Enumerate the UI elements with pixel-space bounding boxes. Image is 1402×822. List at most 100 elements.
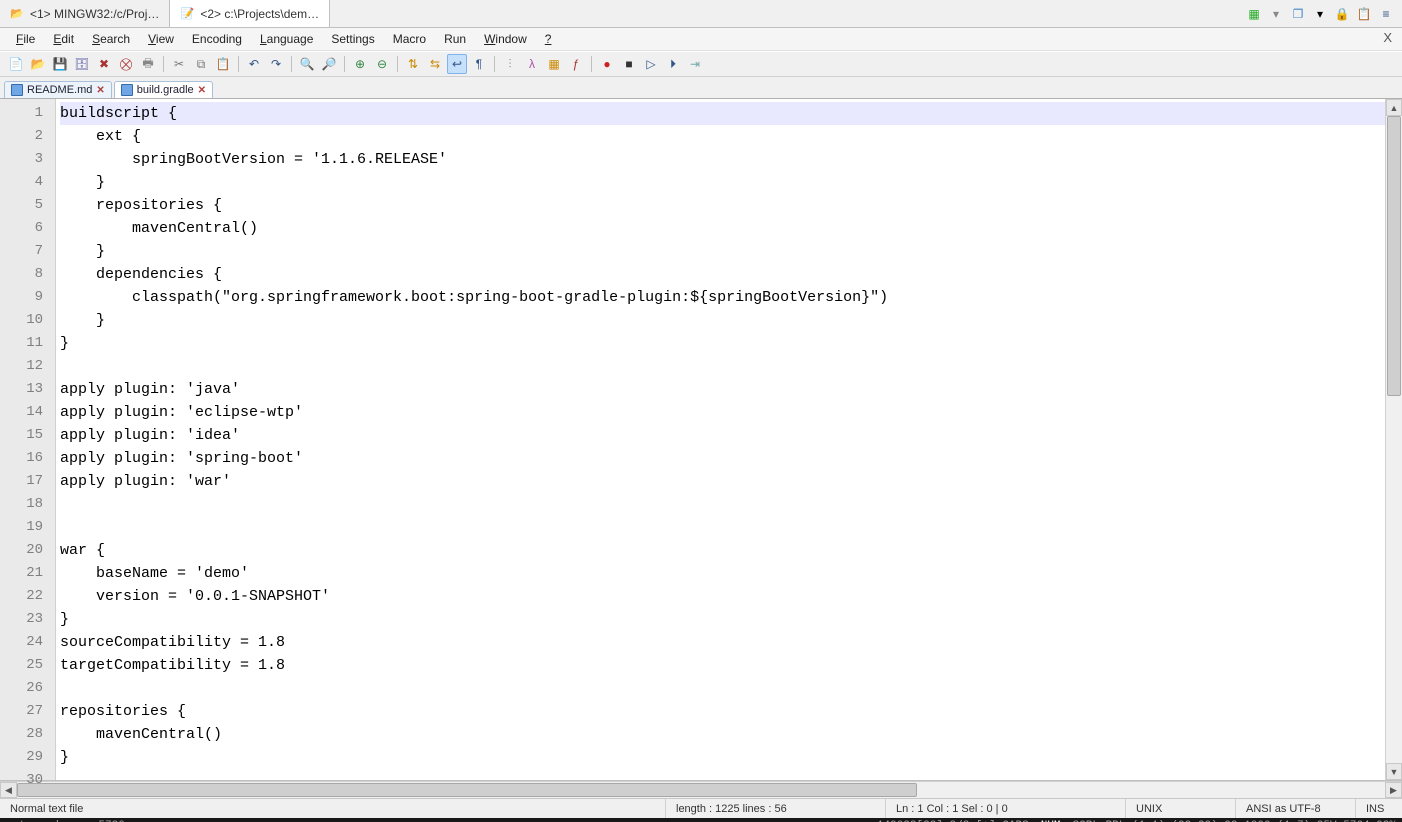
code-line[interactable]: repositories { [60,703,186,720]
cut-icon[interactable]: ✂ [169,54,189,74]
code-line[interactable]: sourceCompatibility = 1.8 [60,634,285,651]
save-icon[interactable]: 💾 [50,54,70,74]
indent-guide-icon[interactable]: ⫶ [500,54,520,74]
print-icon[interactable]: 🖶 [138,54,158,74]
terminal-tab-2[interactable]: 📝 <2> c:\Projects\dem… [170,0,330,27]
code-line[interactable]: } [60,312,105,329]
code-line[interactable]: mavenCentral() [60,220,258,237]
menu-edit[interactable]: Edit [45,30,82,48]
terminal-tab-bar: 📂 <1> MINGW32:/c/Proj… 📝 <2> c:\Projects… [0,0,1402,28]
redo-icon[interactable]: ↷ [266,54,286,74]
dropdown-icon[interactable]: ▾ [1268,6,1284,22]
line-number: 21 [0,562,55,585]
menu-help[interactable]: ? [537,30,560,48]
code-line[interactable]: } [60,335,69,352]
replace-icon[interactable]: 🔎 [319,54,339,74]
horizontal-scrollbar[interactable]: ◀ ▶ [0,781,1402,798]
file-tab-label: README.md [27,84,92,96]
close-doc-icon[interactable]: X [1383,30,1392,45]
code-line[interactable]: } [60,749,69,766]
menu-run[interactable]: Run [436,30,474,48]
close-tab-icon[interactable]: ✕ [198,85,206,96]
new-file-icon[interactable]: 📄 [6,54,26,74]
code-line[interactable]: war { [60,542,105,559]
paste-icon[interactable]: 📋 [213,54,233,74]
line-number: 16 [0,447,55,470]
play-multi-icon[interactable]: ⏵ [663,54,683,74]
menu-view[interactable]: View [140,30,182,48]
code-line[interactable]: apply plugin: 'eclipse-wtp' [60,404,303,421]
stop-icon[interactable]: ■ [619,54,639,74]
doc-map-icon[interactable]: ▦ [544,54,564,74]
status-insert[interactable]: INS [1356,799,1402,818]
menu-language[interactable]: Language [252,30,321,48]
code-line[interactable]: version = '0.0.1-SNAPSHOT' [60,588,330,605]
line-number: 7 [0,240,55,263]
menu-search[interactable]: Search [84,30,138,48]
status-encoding[interactable]: ANSI as UTF-8 [1236,799,1356,818]
code-line[interactable]: classpath("org.springframework.boot:spri… [60,289,888,306]
paste-icon[interactable]: 📋 [1356,6,1372,22]
menu-window[interactable]: Window [476,30,535,48]
file-tab-readme[interactable]: README.md ✕ [4,81,112,98]
code-line[interactable]: ext { [60,128,141,145]
sync-v-icon[interactable]: ⇅ [403,54,423,74]
terminal-tab-label: <2> c:\Projects\dem… [200,7,319,21]
code-line[interactable]: apply plugin: 'war' [60,473,231,490]
scroll-thumb[interactable] [1387,116,1401,396]
lock-icon[interactable]: 🔒 [1334,6,1350,22]
copy-icon[interactable]: ⧉ [191,54,211,74]
vertical-scrollbar[interactable]: ▲ ▼ [1385,99,1402,780]
play-icon[interactable]: ▷ [641,54,661,74]
show-all-chars-icon[interactable]: ¶ [469,54,489,74]
add-tab-icon[interactable]: ▦ [1246,6,1262,22]
editor: 1234567891011121314151617181920212223242… [0,99,1402,781]
menu-encoding[interactable]: Encoding [184,30,250,48]
wordwrap-icon[interactable]: ↩ [447,54,467,74]
code-line[interactable]: apply plugin: 'java' [60,381,240,398]
menu-settings[interactable]: Settings [323,30,382,48]
menu-file[interactable]: File [8,30,43,48]
menu-macro[interactable]: Macro [385,30,434,48]
code-line[interactable]: repositories { [60,197,222,214]
lang-icon[interactable]: λ [522,54,542,74]
window-icon[interactable]: ❐ [1290,6,1306,22]
code-line[interactable]: apply plugin: 'spring-boot' [60,450,303,467]
scroll-thumb-h[interactable] [17,783,917,797]
find-icon[interactable]: 🔍 [297,54,317,74]
code-line[interactable]: mavenCentral() [60,726,222,743]
status-eol[interactable]: UNIX [1126,799,1236,818]
close-tab-icon[interactable]: ✕ [96,85,104,96]
scroll-down-icon[interactable]: ▼ [1386,763,1402,780]
chevron-down-icon[interactable]: ▾ [1312,6,1328,22]
sync-h-icon[interactable]: ⇆ [425,54,445,74]
record-icon[interactable]: ● [597,54,617,74]
code-line[interactable]: } [60,611,69,628]
code-line[interactable]: buildscript { [60,102,1385,125]
zoom-in-icon[interactable]: ⊕ [350,54,370,74]
file-tab-build[interactable]: build.gradle ✕ [114,81,213,98]
terminal-tab-1[interactable]: 📂 <1> MINGW32:/c/Proj… [0,0,170,27]
line-number: 10 [0,309,55,332]
close-icon[interactable]: ✖ [94,54,114,74]
code-line[interactable]: baseName = 'demo' [60,565,249,582]
scroll-up-icon[interactable]: ▲ [1386,99,1402,116]
code-area[interactable]: buildscript { ext { springBootVersion = … [56,99,1385,780]
code-line[interactable]: } [60,243,105,260]
undo-icon[interactable]: ↶ [244,54,264,74]
func-list-icon[interactable]: ƒ [566,54,586,74]
code-line[interactable]: } [60,174,105,191]
code-line[interactable]: targetCompatibility = 1.8 [60,657,285,674]
menu-icon[interactable]: ≡ [1378,6,1394,22]
separator [344,56,345,72]
code-line[interactable]: dependencies { [60,266,222,283]
line-number: 13 [0,378,55,401]
code-line[interactable]: apply plugin: 'idea' [60,427,240,444]
open-file-icon[interactable]: 📂 [28,54,48,74]
scroll-right-icon[interactable]: ▶ [1385,782,1402,798]
save-macro-icon[interactable]: ⇥ [685,54,705,74]
code-line[interactable]: springBootVersion = '1.1.6.RELEASE' [60,151,447,168]
zoom-out-icon[interactable]: ⊖ [372,54,392,74]
save-all-icon[interactable]: 🗄 [72,54,92,74]
close-all-icon[interactable]: ⛒ [116,54,136,74]
